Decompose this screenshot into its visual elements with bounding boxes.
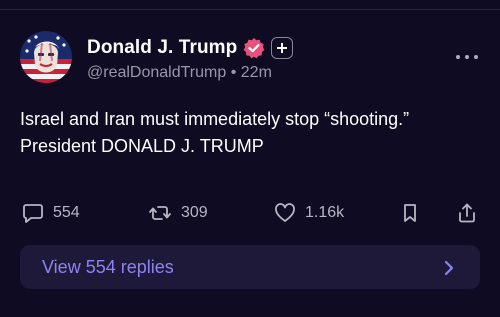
author-name-row: Donald J. Trump — [87, 36, 294, 60]
like-button[interactable]: 1.16k — [274, 199, 344, 227]
author-meta: @realDonaldTrump • 22m — [87, 64, 272, 82]
view-replies-button[interactable]: View 554 replies — [20, 245, 480, 289]
repost-button[interactable]: 309 — [148, 199, 208, 227]
avatar-image — [20, 31, 72, 83]
repost-count: 309 — [181, 204, 208, 221]
plus-icon — [277, 43, 288, 53]
bookmark-icon — [404, 204, 416, 222]
reply-button[interactable]: 554 — [22, 199, 80, 227]
chevron-right-icon — [444, 260, 454, 276]
verified-badge-icon — [243, 37, 265, 59]
post-text-line: Israel and Iran must immediately stop “s… — [20, 109, 410, 129]
view-replies-label: View 554 replies — [42, 256, 174, 277]
post-text-line: President DONALD J. TRUMP — [20, 136, 264, 156]
follow-button[interactable] — [271, 37, 294, 59]
bookmark-button[interactable] — [400, 199, 420, 227]
author-handle[interactable]: @realDonaldTrump — [87, 64, 226, 81]
post-text: Israel and Iran must immediately stop “s… — [20, 106, 480, 160]
top-divider — [0, 9, 500, 10]
share-button[interactable] — [456, 199, 478, 227]
like-count: 1.16k — [305, 204, 345, 221]
reply-count: 554 — [53, 204, 80, 221]
post-actions: 554 309 1.16k — [20, 199, 480, 227]
reply-icon — [23, 204, 43, 223]
heart-icon — [275, 203, 295, 222]
post-time[interactable]: 22m — [241, 64, 272, 81]
share-icon — [459, 203, 475, 223]
more-dots-icon[interactable] — [456, 52, 478, 62]
repost-icon — [149, 206, 171, 220]
avatar[interactable] — [20, 31, 72, 83]
meta-separator: • — [230, 64, 241, 81]
author-display-name[interactable]: Donald J. Trump — [87, 37, 237, 59]
